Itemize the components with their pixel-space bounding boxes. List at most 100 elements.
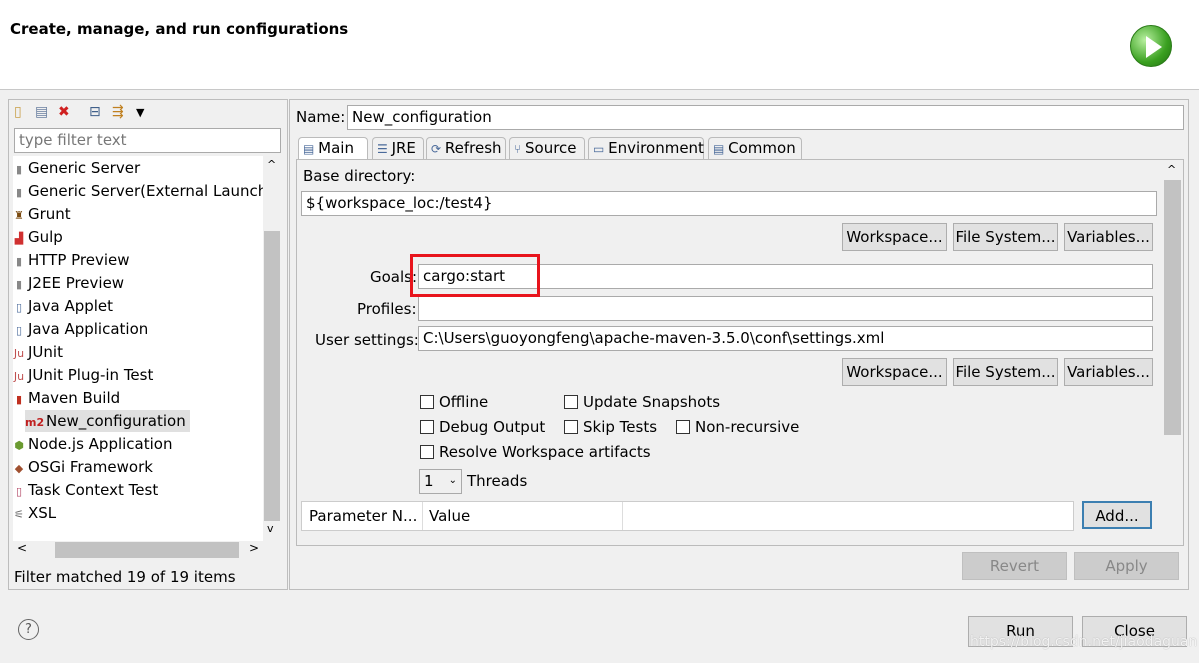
tree-item[interactable]: ♜ Grunt (13, 203, 71, 225)
profiles-input[interactable] (418, 296, 1153, 321)
maven-icon: ▮ (15, 393, 23, 406)
content-vertical-scrollbar[interactable]: ^ (1163, 160, 1182, 545)
help-icon[interactable]: ? (18, 619, 39, 640)
apply-button[interactable]: Apply (1074, 552, 1179, 580)
tree-item[interactable]: ▮ Generic Server(External Launch) (13, 180, 273, 202)
tab-environment[interactable]: ▭ Environment (588, 137, 704, 159)
param-name-header[interactable]: Parameter N... (309, 507, 417, 525)
tree-item-label: Java Application (28, 320, 149, 338)
resolve-workspace-checkbox[interactable]: Resolve Workspace artifacts (420, 443, 651, 461)
tree-item[interactable]: ▮ Generic Server (13, 157, 140, 179)
name-label: Name: (296, 108, 346, 126)
skip-tests-checkbox[interactable]: Skip Tests (564, 418, 657, 436)
dialog-title: Create, manage, and run configurations (10, 20, 349, 38)
tree-item-label: Maven Build (28, 389, 121, 407)
tree-item[interactable]: ▮ J2EE Preview (13, 272, 124, 294)
tree-item[interactable]: ▮ Maven Build (13, 387, 120, 409)
tree-item[interactable]: ⬢ Node.js Application (13, 433, 172, 455)
main-tab-icon: ▤ (303, 142, 319, 156)
tree-item-label: Java Applet (28, 297, 114, 315)
tree-item[interactable]: ▮ HTTP Preview (13, 249, 130, 271)
tree-item-label: J2EE Preview (28, 274, 125, 292)
new-config-icon[interactable]: ▯ (14, 104, 22, 120)
filter-status: Filter matched 19 of 19 items (14, 568, 236, 586)
variables-button[interactable]: Variables... (1064, 223, 1153, 251)
tree-item[interactable]: ▯ Task Context Test (13, 479, 158, 501)
tab-main[interactable]: ▤ Main (298, 137, 368, 160)
file-system-button-2[interactable]: File System... (953, 358, 1058, 386)
tree-item-label: New_configuration (46, 412, 186, 430)
filter-input[interactable]: type filter text (14, 128, 281, 153)
task-icon: ▯ (15, 485, 23, 498)
tab-label: Environment (608, 139, 704, 157)
delete-icon[interactable]: ✖ (58, 104, 70, 120)
goals-highlight-box (410, 254, 540, 297)
server-icon: ▮ (15, 163, 23, 176)
skip-tests-label: Skip Tests (583, 418, 658, 436)
main-tab-content: Base directory: ${workspace_loc:/test4} … (296, 159, 1184, 546)
workspace-button-2[interactable]: Workspace... (842, 358, 947, 386)
java-icon: ▯ (15, 301, 23, 314)
non-recursive-label: Non-recursive (695, 418, 800, 436)
run-icon (1130, 25, 1172, 67)
watermark: https://blog.csdn.net/jiaodaguan (970, 634, 1198, 650)
tab-common[interactable]: ▤ Common (708, 137, 802, 159)
jre-icon: ☰ (377, 142, 392, 156)
junit-icon: Ju (13, 370, 25, 383)
file-system-button[interactable]: File System... (953, 223, 1058, 251)
filter-icon[interactable]: ⇶ (112, 104, 124, 120)
tree-horizontal-scrollbar[interactable]: < > (13, 541, 263, 559)
workspace-button[interactable]: Workspace... (842, 223, 947, 251)
chevron-down-icon: ⌄ (448, 475, 457, 486)
source-icon: ⑂ (514, 142, 526, 156)
non-recursive-checkbox[interactable]: Non-recursive (676, 418, 799, 436)
server-icon: ▮ (15, 278, 23, 291)
revert-button[interactable]: Revert (962, 552, 1067, 580)
tree-item[interactable]: ▟ Gulp (13, 226, 63, 248)
profiles-label: Profiles: (357, 300, 417, 318)
user-settings-input[interactable]: C:\Users\guoyongfeng\apache-maven-3.5.0\… (418, 326, 1153, 351)
java-icon: ▯ (15, 324, 23, 337)
tree-item[interactable]: ▯ Java Applet (13, 295, 113, 317)
nodejs-icon: ⬢ (14, 439, 24, 452)
environment-icon: ▭ (593, 142, 609, 156)
config-tree: ▮ Generic Server ▮ Generic Server(External … (13, 156, 273, 541)
tree-item[interactable]: Ju JUnit (13, 341, 63, 363)
user-settings-label: User settings: (315, 331, 419, 349)
threads-value: 1 (424, 472, 434, 490)
param-value-header[interactable]: Value (429, 507, 470, 525)
collapse-all-icon[interactable]: ⊟ (89, 104, 101, 120)
tab-label: Common (728, 139, 796, 157)
tree-item-label: Task Context Test (28, 481, 159, 499)
tree-item[interactable]: ▯ Java Application (13, 318, 148, 340)
server-icon: ▮ (15, 186, 23, 199)
offline-checkbox[interactable]: Offline (420, 393, 488, 411)
base-directory-input[interactable]: ${workspace_loc:/test4} (301, 191, 1157, 216)
parameters-table: Parameter N... Value (301, 501, 1074, 531)
name-input[interactable]: New_configuration (347, 105, 1184, 130)
offline-label: Offline (439, 393, 489, 411)
tab-jre[interactable]: ☰ JRE (372, 137, 424, 159)
config-tree-panel: ▯ ▤ ✖ ⊟ ⇶ ▼ type filter text ▮ Generic Se… (8, 99, 288, 590)
tab-refresh[interactable]: ⟳ Refresh (426, 137, 506, 159)
variables-button-2[interactable]: Variables... (1064, 358, 1153, 386)
tab-label: Refresh (444, 139, 502, 157)
tab-label: Main (318, 139, 354, 157)
threads-select[interactable]: 1 ⌄ (419, 469, 462, 494)
grunt-icon: ♜ (14, 209, 24, 222)
update-snapshots-label: Update Snapshots (583, 393, 721, 411)
gulp-icon: ▟ (14, 232, 24, 245)
tree-item[interactable]: Ju JUnit Plug-in Test (13, 364, 153, 386)
update-snapshots-checkbox[interactable]: Update Snapshots (564, 393, 720, 411)
add-parameter-button[interactable]: Add... (1082, 501, 1152, 529)
tab-label: Source (525, 139, 577, 157)
tab-source[interactable]: ⑂ Source (509, 137, 585, 159)
duplicate-icon[interactable]: ▤ (35, 104, 48, 120)
debug-output-checkbox[interactable]: Debug Output (420, 418, 545, 436)
dropdown-icon[interactable]: ▼ (136, 106, 144, 119)
tree-item-label: Generic Server(External Launch) (28, 182, 274, 200)
tree-item[interactable]: m2 New_configuration (25, 410, 190, 432)
tree-vertical-scrollbar[interactable]: ^ v (263, 156, 281, 541)
tree-item[interactable]: ⚟ XSL (13, 502, 56, 524)
tree-item[interactable]: ◆ OSGi Framework (13, 456, 153, 478)
